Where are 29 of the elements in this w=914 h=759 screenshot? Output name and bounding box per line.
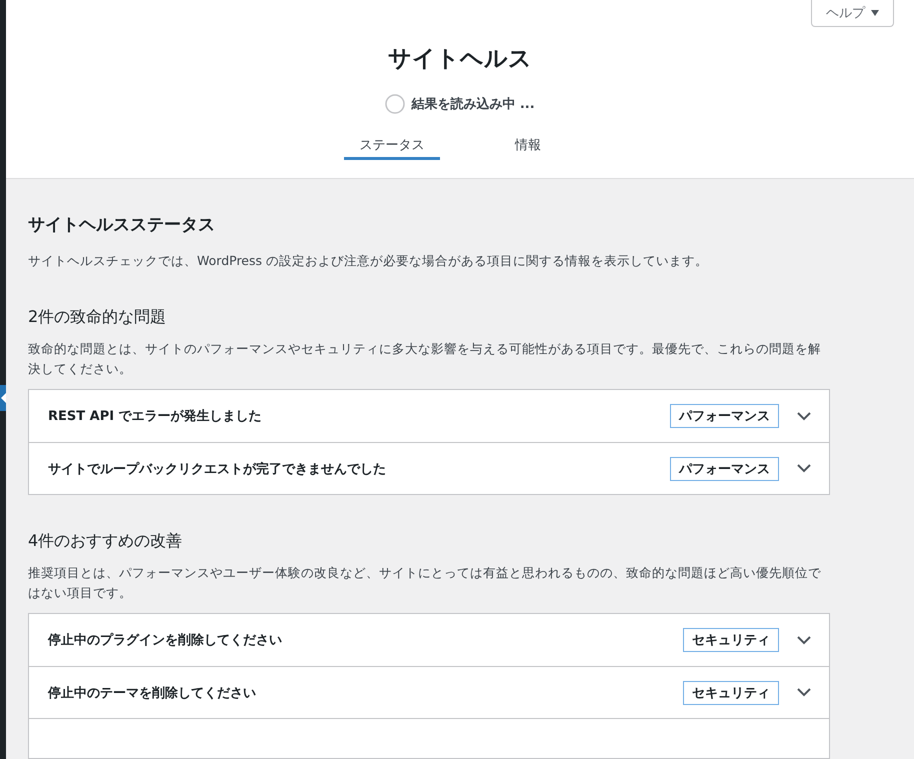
issue-title: REST API でエラーが発生しました [48,408,263,425]
issue-row[interactable]: 停止中のプラグインを削除してください セキュリティ [29,614,829,666]
issue-title: サイトでループバックリクエストが完了できませんでした [48,460,387,478]
chevron-icon[interactable] [797,636,811,644]
category-tag: パフォーマンス [670,456,779,480]
description-text: サイトヘルスチェックでは、WordPress の設定および注意が必要な場合がある項目に関する情報を表示しています。 [28,252,710,270]
issue-title: 停止中のプラグインを削除してください [48,632,283,649]
chevron-icon[interactable] [797,464,811,473]
issue-row[interactable]: REST API でエラーが発生しました パフォーマンス [29,390,829,442]
tab[interactable]: 情報 [480,126,576,160]
description-text: 推奨項目とは、パフォーマンスやユーザー体験の改良など、サイトにとっては有益と思われるものの、致命的な問題ほど高い優先順位ではない項目です。 [28,564,822,602]
caret-icon [871,10,879,16]
issue-row[interactable]: 停止中のテーマを削除してください セキュリティ [29,666,829,718]
category-tag: パフォーマンス [670,404,779,428]
issue-row[interactable]: サイトでループバックリクエストが完了できませんでした パフォーマンス [29,442,829,494]
progress-label: 結果を読み込み中 ... [411,96,535,113]
chevron-icon[interactable] [797,688,811,697]
section-heading: 4件のおすすめの改善 [28,530,184,552]
tab[interactable]: ステータス [344,126,440,160]
section-title: サイトヘルスステータス [28,214,216,237]
progress-ring-icon [385,94,406,114]
category-tag: セキュリティ [683,628,779,652]
help-button[interactable]: ヘルプ [811,0,894,27]
issue-title: 停止中のテーマを削除してください [48,684,257,702]
category-tag: セキュリティ [683,680,779,704]
description-text: 致命的な問題とは、サイトのパフォーマンスやセキュリティに多大な影響を与える可能性がある項目です。最優先で、これらの問題を解決してください。 [28,340,822,378]
chevron-icon[interactable] [797,412,811,420]
section-heading: 2件の致命的な問題 [28,306,168,328]
page-title: サイトヘルス [388,45,532,74]
